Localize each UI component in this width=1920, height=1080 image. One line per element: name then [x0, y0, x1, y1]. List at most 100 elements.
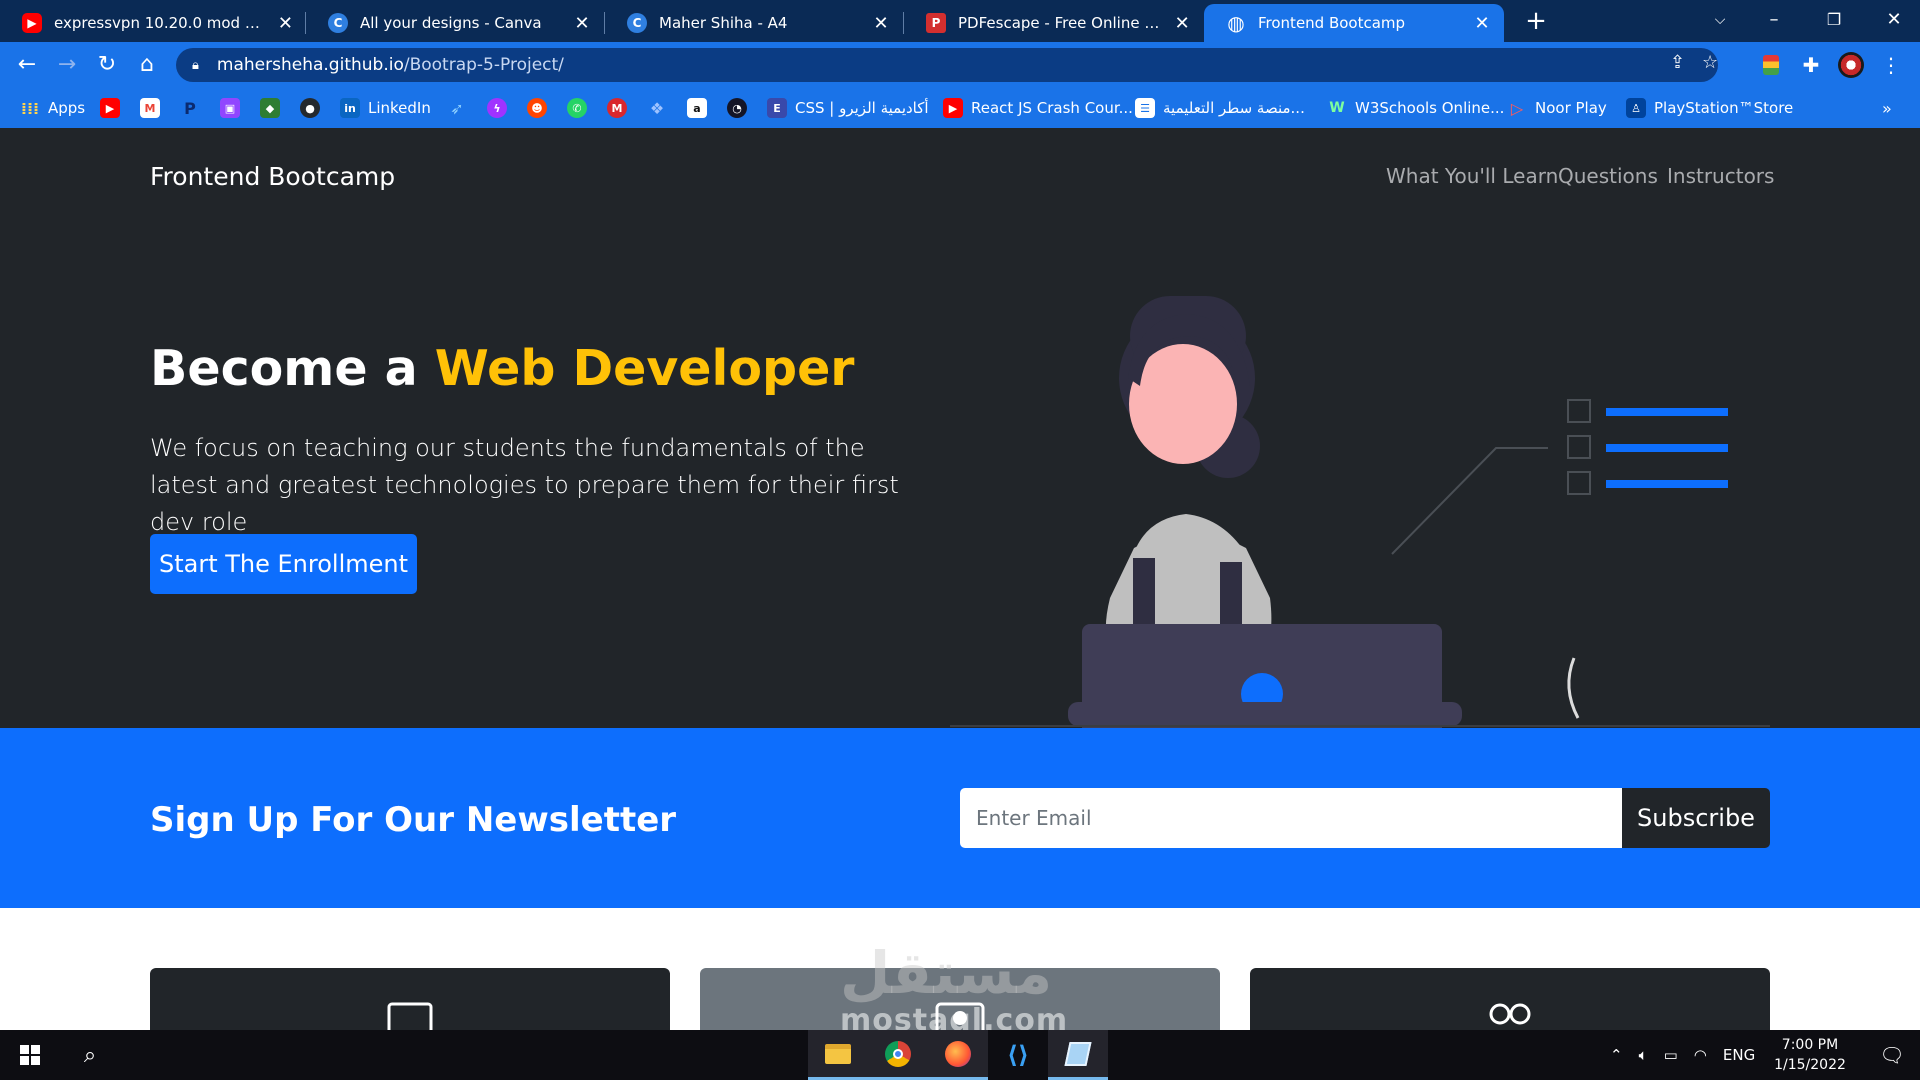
linkedin-icon: in: [340, 98, 360, 118]
bookmark-label: PlayStation™Store: [1654, 99, 1794, 117]
bookmark-amazon[interactable]: a: [687, 96, 707, 120]
messenger-icon: ϟ: [487, 98, 507, 118]
tab-youtube[interactable]: ▶ expressvpn 10.20.0 mod apk - YouTube ✕: [0, 4, 305, 42]
bookmark-noor-play[interactable]: ▷ Noor Play: [1507, 96, 1607, 120]
globe-icon: ◍: [1227, 11, 1245, 35]
bookmark-green[interactable]: ◆: [260, 96, 280, 120]
canva-icon: C: [627, 13, 647, 33]
noorplay-icon: ▷: [1510, 98, 1524, 118]
notifications-icon[interactable]: 🗨︎: [1862, 1030, 1920, 1080]
bookmarks-overflow-chevron-icon[interactable]: »: [1882, 96, 1892, 120]
tab-frontend-bootcamp[interactable]: ◍ Frontend Bootcamp ✕: [1204, 4, 1504, 42]
restore-button[interactable]: ❐: [1804, 0, 1864, 42]
bookmark-reddit[interactable]: ☻: [527, 96, 547, 120]
search-icon[interactable]: ⌕: [60, 1030, 120, 1080]
back-button[interactable]: ←: [12, 50, 42, 80]
bookmark-react-crash-course[interactable]: ▶ React JS Crash Cour...: [943, 96, 1133, 120]
mostaql-watermark: مستقل mostaql.com: [840, 943, 1068, 1030]
twitch-icon: ▣: [220, 98, 240, 118]
url-path: /Bootrap-5-Project/: [403, 55, 564, 75]
newsletter-email-input[interactable]: [960, 788, 1622, 848]
taskbar-clock[interactable]: 7:00 PM 1/15/2022: [1760, 1035, 1860, 1075]
windows-logo-icon: [20, 1045, 40, 1065]
bookmark-mega[interactable]: M: [607, 96, 627, 120]
close-icon[interactable]: ✕: [1472, 13, 1492, 34]
speedtest-icon: ◔: [727, 98, 747, 118]
mega-icon: M: [607, 98, 627, 118]
subscribe-button[interactable]: Subscribe: [1622, 788, 1770, 848]
new-tab-button[interactable]: +: [1520, 6, 1552, 38]
share-icon[interactable]: ⇪: [1670, 52, 1685, 73]
youtube-icon: ▶: [943, 98, 963, 118]
file-explorer-icon[interactable]: [808, 1030, 868, 1080]
nav-what-youll-learn[interactable]: What You'll Learn: [1386, 164, 1558, 188]
close-icon[interactable]: ✕: [1174, 13, 1190, 34]
laptop-graphic: [1068, 624, 1462, 728]
page-viewport: Frontend Bootcamp What You'll Learn Ques…: [0, 128, 1920, 1030]
start-enrollment-button[interactable]: Start The Enrollment: [150, 534, 417, 594]
bookmark-label: W3Schools Online...: [1355, 99, 1505, 117]
battery-icon[interactable]: ▭: [1664, 1046, 1678, 1064]
bookmark-star-icon[interactable]: ☆: [1702, 52, 1718, 73]
bookmark-whatsapp[interactable]: ✆: [567, 96, 587, 120]
bookmark-w3schools[interactable]: W W3Schools Online...: [1327, 96, 1504, 120]
site-brand[interactable]: Frontend Bootcamp: [150, 162, 395, 191]
youtube-icon: ▶: [22, 13, 42, 33]
window-close-button[interactable]: ✕: [1864, 0, 1920, 42]
vscode-icon[interactable]: ⟨⟩: [988, 1030, 1048, 1080]
language-indicator[interactable]: ENG: [1723, 1046, 1755, 1064]
start-button[interactable]: [0, 1030, 60, 1080]
close-icon[interactable]: ✕: [278, 13, 293, 34]
bookmark-youtube[interactable]: ▶: [100, 96, 120, 120]
tab-search-chevron-icon[interactable]: ⌵: [1690, 0, 1750, 42]
volume-icon[interactable]: 🔈︎: [1639, 1046, 1648, 1064]
system-tray: ⌃ 🔈︎ ▭ ◠ ENG: [1610, 1030, 1755, 1080]
bookmark-apps[interactable]: ⁞⁞⁞ Apps: [20, 96, 85, 120]
nav-questions[interactable]: Questions: [1558, 164, 1658, 188]
tab-canva-a4[interactable]: C Maher Shiha - A4 ✕: [605, 4, 903, 42]
bookmark-twitch[interactable]: ▣: [220, 96, 240, 120]
bookmark-satr[interactable]: ☰ منصة سطر التعليمية...: [1135, 96, 1305, 120]
profile-avatar[interactable]: [1836, 50, 1866, 80]
home-button[interactable]: ⌂: [132, 50, 162, 80]
bookmark-playstation-store[interactable]: ♙ PlayStation™Store: [1626, 96, 1793, 120]
bookmark-twitter[interactable]: ➶: [447, 96, 467, 120]
browser-toolbar: ← → ↻ ⌂ 🔒︎ mahersheha.github.io/Bootrap-…: [0, 42, 1920, 88]
laptop-icon: [387, 1002, 433, 1030]
chrome-icon[interactable]: [868, 1030, 928, 1080]
notepad-icon[interactable]: [1048, 1030, 1108, 1080]
bookmark-github[interactable]: ●: [300, 96, 320, 120]
developer-illustration: [950, 296, 1770, 728]
forward-button[interactable]: →: [52, 50, 82, 80]
address-bar[interactable]: 🔒︎ mahersheha.github.io/Bootrap-5-Projec…: [176, 48, 1718, 82]
bookmark-linkedin[interactable]: in LinkedIn: [340, 96, 431, 120]
extensions-puzzle-icon[interactable]: ✚: [1796, 50, 1826, 80]
tab-canva-designs[interactable]: C All your designs - Canva ✕: [306, 4, 604, 42]
bookmark-elzero-css[interactable]: E CSS | أكاديمية الزيرو: [767, 96, 929, 120]
bookmark-paypal[interactable]: P: [180, 96, 200, 120]
bookmark-dropbox[interactable]: ❖: [647, 96, 667, 120]
tab-pdfescape[interactable]: P PDFescape - Free Online PDF Editor ✕: [904, 4, 1202, 42]
bookmark-speedtest[interactable]: ◔: [727, 96, 747, 120]
firefox-icon[interactable]: [928, 1030, 988, 1080]
amazon-icon: a: [687, 98, 707, 118]
show-hidden-icons-chevron-icon[interactable]: ⌃: [1610, 1046, 1623, 1064]
reddit-icon: ☻: [527, 98, 547, 118]
wifi-icon[interactable]: ◠: [1694, 1046, 1707, 1064]
satr-icon: ☰: [1135, 98, 1155, 118]
bookmark-gmail[interactable]: M: [140, 96, 160, 120]
bookmark-messenger[interactable]: ϟ: [487, 96, 507, 120]
bookmark-icon: ◆: [260, 98, 280, 118]
close-icon[interactable]: ✕: [572, 13, 592, 34]
browser-menu-icon[interactable]: ⋮: [1876, 50, 1906, 80]
hero-section: Frontend Bootcamp What You'll Learn Ques…: [0, 128, 1920, 728]
bookmark-label: منصة سطر التعليمية...: [1163, 99, 1305, 117]
canva-icon: C: [328, 13, 348, 33]
reload-button[interactable]: ↻: [92, 50, 122, 80]
minimize-button[interactable]: –: [1744, 0, 1804, 42]
nav-instructors[interactable]: Instructors: [1667, 164, 1774, 188]
hero-title-accent: Web Developer: [434, 340, 855, 397]
bookmark-label: LinkedIn: [368, 99, 431, 117]
close-icon[interactable]: ✕: [871, 13, 891, 34]
extension-colored-icon[interactable]: [1756, 50, 1786, 80]
